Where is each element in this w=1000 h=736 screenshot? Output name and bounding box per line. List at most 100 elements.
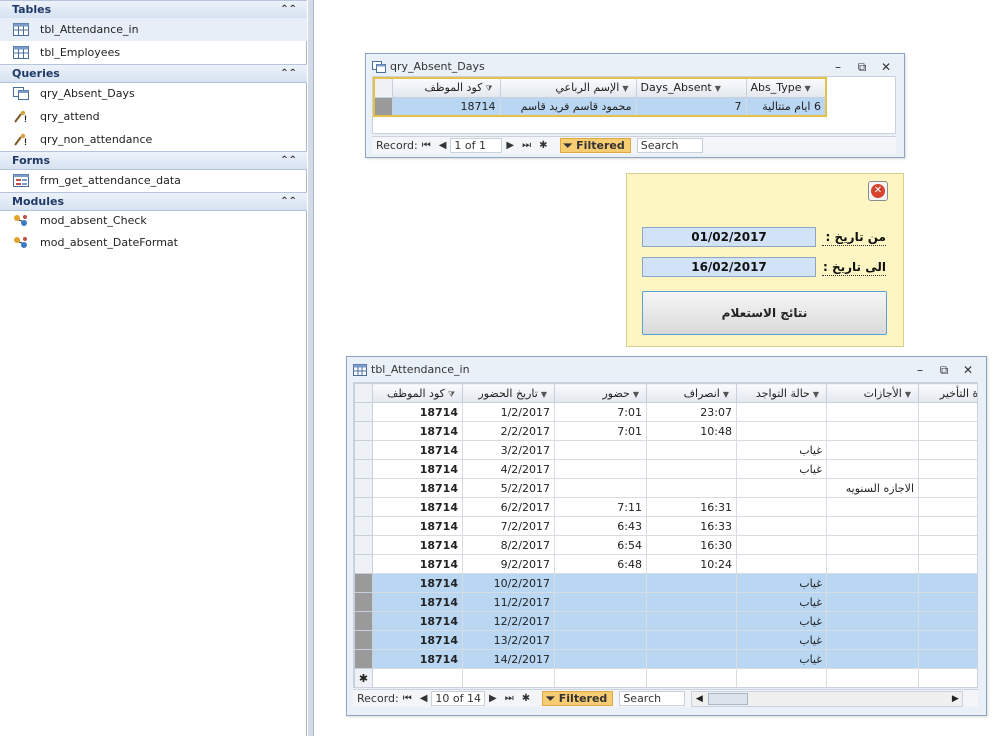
cell[interactable]: 7 (635, 96, 747, 117)
record-selector[interactable] (373, 96, 393, 117)
record-selector[interactable] (354, 535, 373, 555)
cell[interactable] (918, 402, 977, 422)
cell[interactable]: 13/2/2017 (462, 630, 555, 650)
cell[interactable] (554, 592, 647, 612)
cell[interactable] (646, 649, 737, 669)
cell[interactable] (826, 421, 919, 441)
cell[interactable] (736, 668, 827, 687)
dropdown-arrow-icon[interactable]: ▼ (715, 84, 721, 93)
dropdown-arrow-icon[interactable]: ▼ (541, 390, 547, 399)
filter-icon[interactable]: ⧨ (448, 390, 455, 399)
cell[interactable] (918, 649, 977, 669)
cell[interactable] (736, 554, 827, 574)
cell[interactable] (918, 668, 977, 687)
cell[interactable] (646, 611, 737, 631)
nav-item-mod-absent-check[interactable]: mod_absent_Check (0, 209, 307, 232)
form-close-button[interactable]: ✕ (868, 181, 888, 201)
horizontal-scrollbar[interactable]: ◀ ▶ (691, 690, 964, 707)
cell[interactable]: 8/2/2017 (462, 535, 555, 555)
cell[interactable] (554, 668, 647, 687)
cell[interactable]: 18714 (372, 402, 463, 422)
cell[interactable]: 18714 (372, 554, 463, 574)
cell[interactable]: 10:48 (646, 421, 737, 441)
cell[interactable]: 18714 (372, 611, 463, 631)
cell[interactable] (918, 421, 977, 441)
cell[interactable] (826, 592, 919, 612)
cell[interactable] (554, 459, 647, 479)
table-row[interactable]: 18714 12/2/2017 غياب (354, 611, 977, 631)
to-date-field[interactable]: 16/02/2017 (642, 257, 816, 277)
cell[interactable]: 12/2/2017 (462, 611, 555, 631)
table-row[interactable]: 18714 7/2/2017 6:43 16:33 (354, 516, 977, 536)
cell[interactable] (826, 535, 919, 555)
column-header[interactable]: Abs_Type ▼ (745, 77, 827, 98)
cell[interactable]: غياب (736, 573, 827, 593)
table-row[interactable]: 18714 2/2/2017 7:01 10:48 (354, 421, 977, 441)
record-selector[interactable] (354, 554, 373, 574)
cell[interactable] (826, 497, 919, 517)
cell[interactable]: 18714 (372, 459, 463, 479)
cell[interactable]: غياب (736, 630, 827, 650)
cell[interactable]: 6:48 (554, 554, 647, 574)
cell[interactable]: 18714 (391, 96, 501, 117)
nav-item-qry-absent-days[interactable]: qry_Absent_Days (0, 82, 307, 105)
cell[interactable]: 3/2/2017 (462, 440, 555, 460)
cell[interactable]: 5/2/2017 (462, 478, 555, 498)
restore-icon[interactable]: ⧉ (932, 357, 956, 383)
cell[interactable] (646, 630, 737, 650)
next-record-icon[interactable]: ▶ (506, 140, 514, 151)
cell[interactable] (918, 497, 977, 517)
query-window[interactable]: qry_Absent_Days – ⧉ ✕ ⧨كود الموظف ▼الإسم ا… (365, 53, 905, 158)
cell[interactable]: 16:30 (646, 535, 737, 555)
cell[interactable]: 1/2/2017 (462, 402, 555, 422)
cell[interactable]: 2/2/2017 (462, 421, 555, 441)
cell[interactable] (646, 459, 737, 479)
collapse-chevron-icon[interactable]: ⌃⌃ (280, 1, 297, 18)
cell[interactable] (554, 649, 647, 669)
collapse-chevron-icon[interactable]: ⌃⌃ (280, 193, 297, 210)
cell[interactable]: 18714 (372, 516, 463, 536)
cell[interactable] (554, 611, 647, 631)
record-selector[interactable] (354, 402, 373, 422)
cell[interactable] (646, 573, 737, 593)
cell[interactable]: 7:11 (554, 497, 647, 517)
cell[interactable] (826, 440, 919, 460)
record-selector[interactable] (354, 649, 373, 669)
cell[interactable]: غياب (736, 440, 827, 460)
cell[interactable]: 14/2/2017 (462, 649, 555, 669)
from-date-field[interactable]: 01/02/2017 (642, 227, 816, 247)
dropdown-arrow-icon[interactable]: ▼ (633, 390, 639, 399)
cell[interactable]: 11/2/2017 (462, 592, 555, 612)
record-selector[interactable] (354, 440, 373, 460)
nav-item-tbl-employees[interactable]: tbl_Employees (0, 41, 307, 64)
column-header[interactable]: ⧨كود الموظف (391, 77, 501, 98)
record-position-field[interactable]: 1 of 1 (450, 138, 503, 153)
table-row[interactable]: 18714 6/2/2017 7:11 16:31 (354, 497, 977, 517)
nav-group-tables[interactable]: Tables ⌃⌃ (0, 0, 307, 19)
cell[interactable] (918, 554, 977, 574)
new-record-icon[interactable]: ✱ (354, 668, 373, 687)
record-selector[interactable] (354, 421, 373, 441)
table-row[interactable]: 18714 11/2/2017 غياب (354, 592, 977, 612)
dropdown-arrow-icon[interactable]: ▼ (723, 390, 729, 399)
dropdown-arrow-icon[interactable]: ▼ (905, 390, 911, 399)
record-selector[interactable] (354, 459, 373, 479)
table-row[interactable]: 18714 5/2/2017 الاجازه السنويه (354, 478, 977, 498)
cell[interactable]: الاجازه السنويه (826, 478, 919, 498)
table-window[interactable]: tbl_Attendance_in – ⧉ ✕ ⧨كود الموظف ▼تاريخ… (346, 356, 987, 716)
last-record-icon[interactable]: ⏭ (522, 140, 531, 151)
cell[interactable]: 23:07 (646, 402, 737, 422)
select-all-corner[interactable] (373, 77, 393, 98)
cell[interactable] (918, 630, 977, 650)
table-row[interactable]: 18714 محمود قاسم فريد قاسم 7 6 ايام متتا… (373, 96, 827, 117)
column-header[interactable]: ▼تاريخ الحضور (462, 383, 555, 403)
search-box[interactable]: Search (636, 138, 703, 153)
table-row[interactable]: 18714 13/2/2017 غياب (354, 630, 977, 650)
cell[interactable] (826, 516, 919, 536)
record-selector[interactable] (354, 497, 373, 517)
scroll-right-icon[interactable]: ▶ (948, 692, 962, 706)
new-record-icon[interactable]: ✱ (539, 140, 547, 151)
nav-item-qry-non-attendance[interactable]: ! qry_non_attendance (0, 128, 307, 151)
cell[interactable]: 6:43 (554, 516, 647, 536)
cell[interactable]: 10:24 (646, 554, 737, 574)
